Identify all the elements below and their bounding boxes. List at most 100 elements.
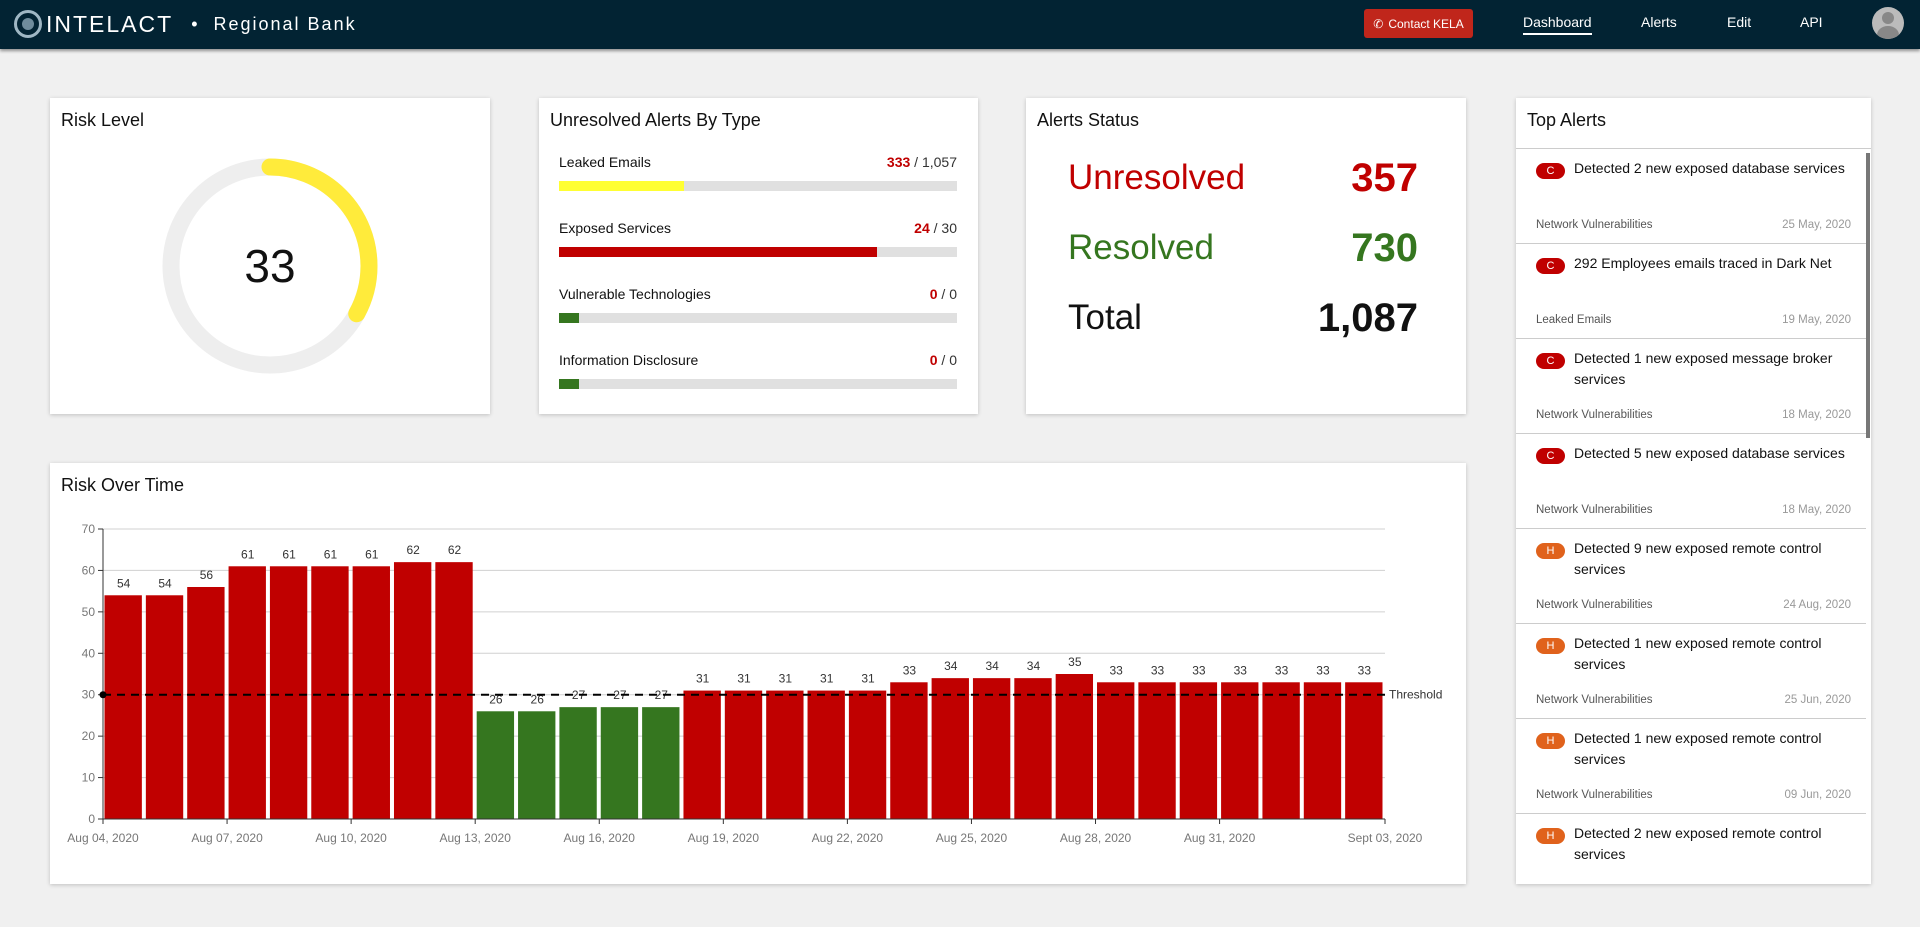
alert-item[interactable]: H Detected 1 new exposed remote control s…: [1516, 624, 1866, 719]
alert-title: Detected 2 new exposed database services: [1574, 160, 1845, 176]
alerts-list[interactable]: C Detected 2 new exposed database service…: [1516, 148, 1871, 884]
org-name: Regional Bank: [213, 13, 357, 34]
bar[interactable]: [1055, 674, 1094, 819]
bar[interactable]: [972, 678, 1011, 819]
bar[interactable]: [683, 690, 721, 819]
bar[interactable]: [435, 562, 473, 819]
alert-item[interactable]: C Detected 2 new exposed database service…: [1516, 149, 1866, 244]
alert-title: Detected 1 new exposed message broker se…: [1574, 350, 1833, 387]
bar[interactable]: [1345, 682, 1383, 819]
card-title: Unresolved Alerts By Type: [550, 110, 761, 130]
bar[interactable]: [352, 566, 390, 819]
scrollbar[interactable]: [1866, 153, 1870, 438]
alert-category: Network Vulnerabilities: [1536, 789, 1653, 801]
alert-item[interactable]: C Detected 1 new exposed message broker s…: [1516, 339, 1866, 434]
x-tick-label: Sept 03, 2020: [1348, 831, 1423, 845]
eye-logo-icon: [14, 10, 42, 38]
alert-date: 18 May, 2020: [1782, 504, 1851, 516]
y-tick-label: 10: [82, 771, 96, 785]
alert-date: 18 May, 2020: [1782, 409, 1851, 421]
alert-title: Detected 1 new exposed remote control se…: [1574, 635, 1822, 672]
nav-edit[interactable]: Edit: [1727, 14, 1751, 30]
alert-category: Network Vulnerabilities: [1536, 219, 1653, 231]
severity-badge: H: [1536, 543, 1565, 559]
progress-bar: [559, 181, 957, 191]
user-avatar[interactable]: [1872, 7, 1904, 39]
bar-value-label: 31: [779, 672, 793, 686]
bar[interactable]: [476, 711, 515, 819]
bar[interactable]: [269, 566, 308, 819]
x-tick-label: Aug 31, 2020: [1184, 831, 1256, 845]
severity-badge: C: [1536, 448, 1565, 464]
bar[interactable]: [1014, 678, 1052, 819]
progress-fill: [559, 181, 685, 191]
bar[interactable]: [1262, 682, 1300, 819]
contact-kela-button[interactable]: ✆ Contact KELA: [1364, 9, 1473, 38]
bar[interactable]: [1303, 682, 1342, 819]
type-count: 24 / 30: [914, 220, 957, 236]
alert-item[interactable]: C Detected 5 new exposed database service…: [1516, 434, 1866, 529]
alert-type-row[interactable]: Leaked Emails 333 / 1,057: [559, 154, 957, 191]
bar[interactable]: [766, 690, 804, 819]
alert-category: Network Vulnerabilities: [1536, 409, 1653, 421]
bar-value-label: 33: [1151, 663, 1165, 677]
nav-dashboard[interactable]: Dashboard: [1523, 14, 1592, 35]
alert-item[interactable]: H Detected 1 new exposed remote control s…: [1516, 719, 1866, 814]
progress-bar: [559, 313, 957, 323]
alert-item[interactable]: H Detected 2 new exposed remote control s…: [1516, 814, 1866, 884]
bar[interactable]: [559, 707, 597, 819]
alert-type-row[interactable]: Vulnerable Technologies 0 / 0: [559, 286, 957, 323]
bar[interactable]: [187, 587, 225, 819]
x-tick-label: Aug 25, 2020: [936, 831, 1008, 845]
alert-title: Detected 2 new exposed remote control se…: [1574, 825, 1822, 862]
bar[interactable]: [890, 682, 928, 819]
card-title: Risk Level: [61, 110, 145, 130]
y-tick-label: 40: [82, 646, 96, 660]
bar-value-label: 35: [1068, 655, 1082, 669]
alert-type-row[interactable]: Information Disclosure 0 / 0: [559, 352, 957, 389]
bar[interactable]: [1097, 682, 1135, 819]
bar[interactable]: [931, 678, 969, 819]
severity-badge: C: [1536, 353, 1565, 369]
status-label: Unresolved: [1068, 158, 1246, 197]
logo[interactable]: INTELACT • Regional Bank: [14, 10, 357, 38]
phone-icon: ✆: [1373, 16, 1384, 31]
card-title: Alerts Status: [1037, 110, 1140, 130]
alert-category: Network Vulnerabilities: [1536, 599, 1653, 611]
bar[interactable]: [642, 707, 680, 819]
x-tick-label: Aug 19, 2020: [688, 831, 760, 845]
y-tick-label: 30: [82, 688, 96, 702]
alert-type-row[interactable]: Exposed Services 24 / 30: [559, 220, 957, 257]
type-label: Exposed Services: [559, 220, 672, 236]
x-tick-label: Aug 13, 2020: [439, 831, 511, 845]
alert-item[interactable]: H Detected 9 new exposed remote control s…: [1516, 529, 1866, 624]
bar-value-label: 34: [1027, 659, 1041, 673]
bar[interactable]: [228, 566, 266, 819]
status-row: Total 1,087: [1068, 296, 1418, 340]
status-value: 730: [1351, 226, 1418, 270]
type-count: 333 / 1,057: [886, 154, 957, 170]
bar[interactable]: [724, 690, 763, 819]
bar-value-label: 61: [282, 547, 296, 561]
bar[interactable]: [848, 690, 887, 819]
bar[interactable]: [1221, 682, 1259, 819]
alert-item[interactable]: C 292 Employees emails traced in Dark Net…: [1516, 244, 1866, 339]
bar[interactable]: [518, 711, 556, 819]
bar[interactable]: [393, 562, 432, 819]
bar[interactable]: [145, 595, 184, 819]
unresolved-by-type-card: Unresolved Alerts By Type Leaked Emails 3…: [539, 98, 978, 414]
alerts-status-card: Alerts Status Unresolved 357 Resolved 730 To…: [1026, 98, 1466, 414]
x-tick-label: Aug 04, 2020: [67, 831, 139, 845]
bar-value-label: 31: [861, 672, 875, 686]
threshold-marker: [99, 691, 107, 699]
nav-api[interactable]: API: [1800, 14, 1823, 30]
bar[interactable]: [807, 690, 845, 819]
progress-bar: [559, 247, 957, 257]
nav-alerts[interactable]: Alerts: [1641, 14, 1677, 30]
bar[interactable]: [1179, 682, 1218, 819]
total-count: 30: [941, 220, 957, 236]
bar[interactable]: [311, 566, 349, 819]
bar[interactable]: [104, 595, 142, 819]
bar[interactable]: [1138, 682, 1176, 819]
bar[interactable]: [600, 707, 639, 819]
